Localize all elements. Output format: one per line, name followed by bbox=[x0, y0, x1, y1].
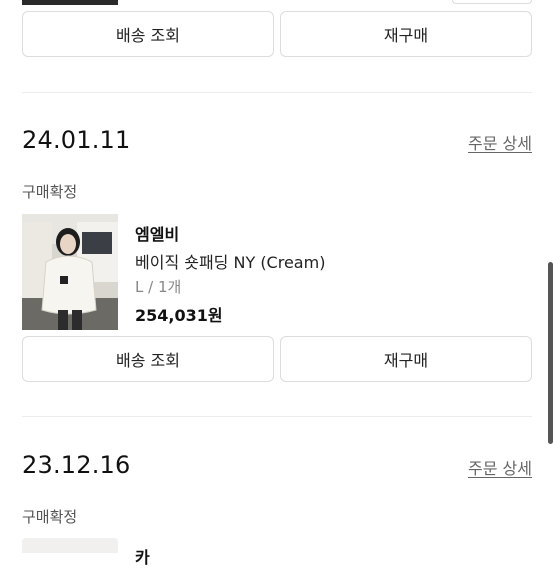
product-thumbnail-partial[interactable] bbox=[22, 538, 118, 553]
product-thumbnail[interactable] bbox=[22, 214, 118, 330]
product-brand-partial: 카 bbox=[135, 548, 150, 567]
scrollbar[interactable] bbox=[548, 262, 553, 444]
order-date: 24.01.11 bbox=[22, 126, 131, 154]
order-divider bbox=[22, 416, 532, 417]
product-name[interactable]: 베이직 숏패딩 NY (Cream) bbox=[135, 249, 325, 273]
order-detail-link[interactable]: 주문 상세 bbox=[468, 455, 532, 479]
order-detail-link[interactable]: 주문 상세 bbox=[468, 130, 532, 154]
order-status: 구매확정 bbox=[22, 508, 78, 526]
track-delivery-button[interactable]: 배송 조회 bbox=[22, 336, 274, 382]
product-option: L / 1개 bbox=[135, 278, 182, 296]
order-status: 구매확정 bbox=[22, 183, 78, 201]
rebuy-button[interactable]: 재구매 bbox=[280, 11, 532, 57]
product-brand: 엠엘비 bbox=[135, 225, 180, 244]
order-date: 23.12.16 bbox=[22, 451, 131, 479]
product-price: 254,031원 bbox=[135, 306, 223, 325]
top-option-box-partial bbox=[452, 0, 532, 4]
rebuy-button[interactable]: 재구매 bbox=[280, 336, 532, 382]
top-product-thumbnail-partial[interactable] bbox=[22, 0, 118, 5]
product-photo bbox=[22, 214, 118, 330]
track-delivery-button[interactable]: 배송 조회 bbox=[22, 11, 274, 57]
order-divider bbox=[22, 92, 532, 93]
